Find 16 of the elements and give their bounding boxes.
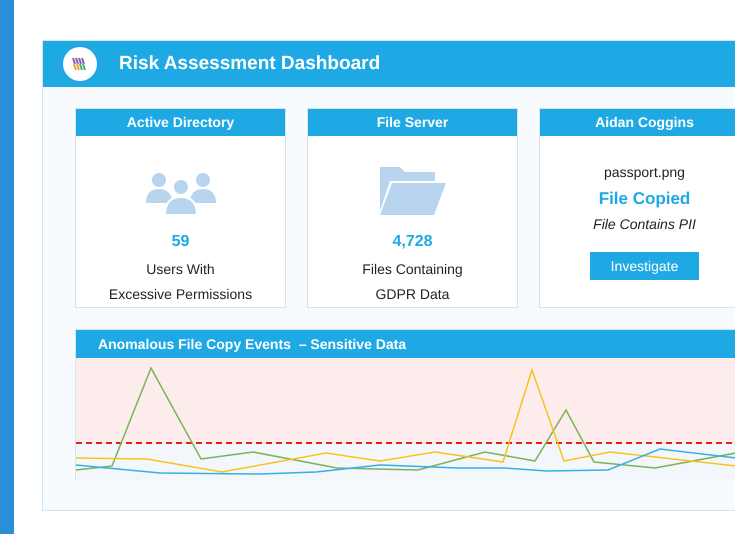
stat-value: 4,728 [392,232,433,252]
event-note: File Contains PII [593,215,696,234]
dashboard-title: Risk Assessment Dashboard [119,52,380,76]
stat-label: Excessive Permissions [108,285,252,304]
card-title: Active Directory [76,109,285,136]
event-title: File Copied [598,188,690,210]
file-name: passport.png [604,163,685,182]
investigate-button[interactable]: Investigate [590,252,699,280]
stat-label: Files Containing [362,260,463,279]
logo-icon [63,47,97,81]
card-title: Aidan Coggins [540,109,735,136]
stat-value: 59 [172,232,190,252]
stat-label: GDPR Data [376,285,450,304]
stat-label: Users With [146,260,215,279]
chart-title: Anomalous File Copy Events – Sensitive Data [98,334,406,354]
card-title: File Server [308,109,517,136]
